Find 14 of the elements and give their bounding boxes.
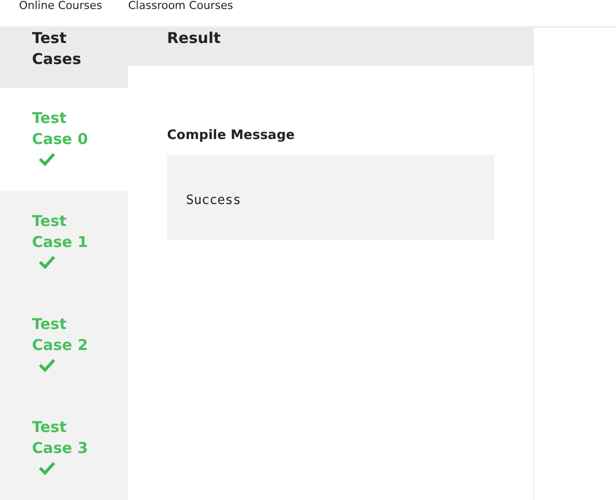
- checkmark-icon: [38, 461, 56, 475]
- nav-link[interactable]: Online Courses: [19, 0, 102, 12]
- sidebar-heading: Test Cases: [32, 28, 82, 70]
- checkmark-icon: [38, 358, 56, 372]
- result-heading: Result: [167, 29, 221, 47]
- test-case-tab[interactable]: Test Case 2: [0, 294, 128, 397]
- checkmark-icon: [38, 255, 56, 269]
- test-case-tab[interactable]: Test Case 0: [0, 88, 128, 191]
- test-case-tab[interactable]: Test Case 1: [0, 191, 128, 294]
- test-case-tab[interactable]: Test Case 3: [0, 397, 128, 500]
- checkmark-icon: [38, 152, 56, 166]
- nav-link[interactable]: Classroom Courses: [128, 0, 234, 12]
- section-title: Compile Message: [167, 128, 296, 143]
- compile-message: Success: [186, 193, 241, 208]
